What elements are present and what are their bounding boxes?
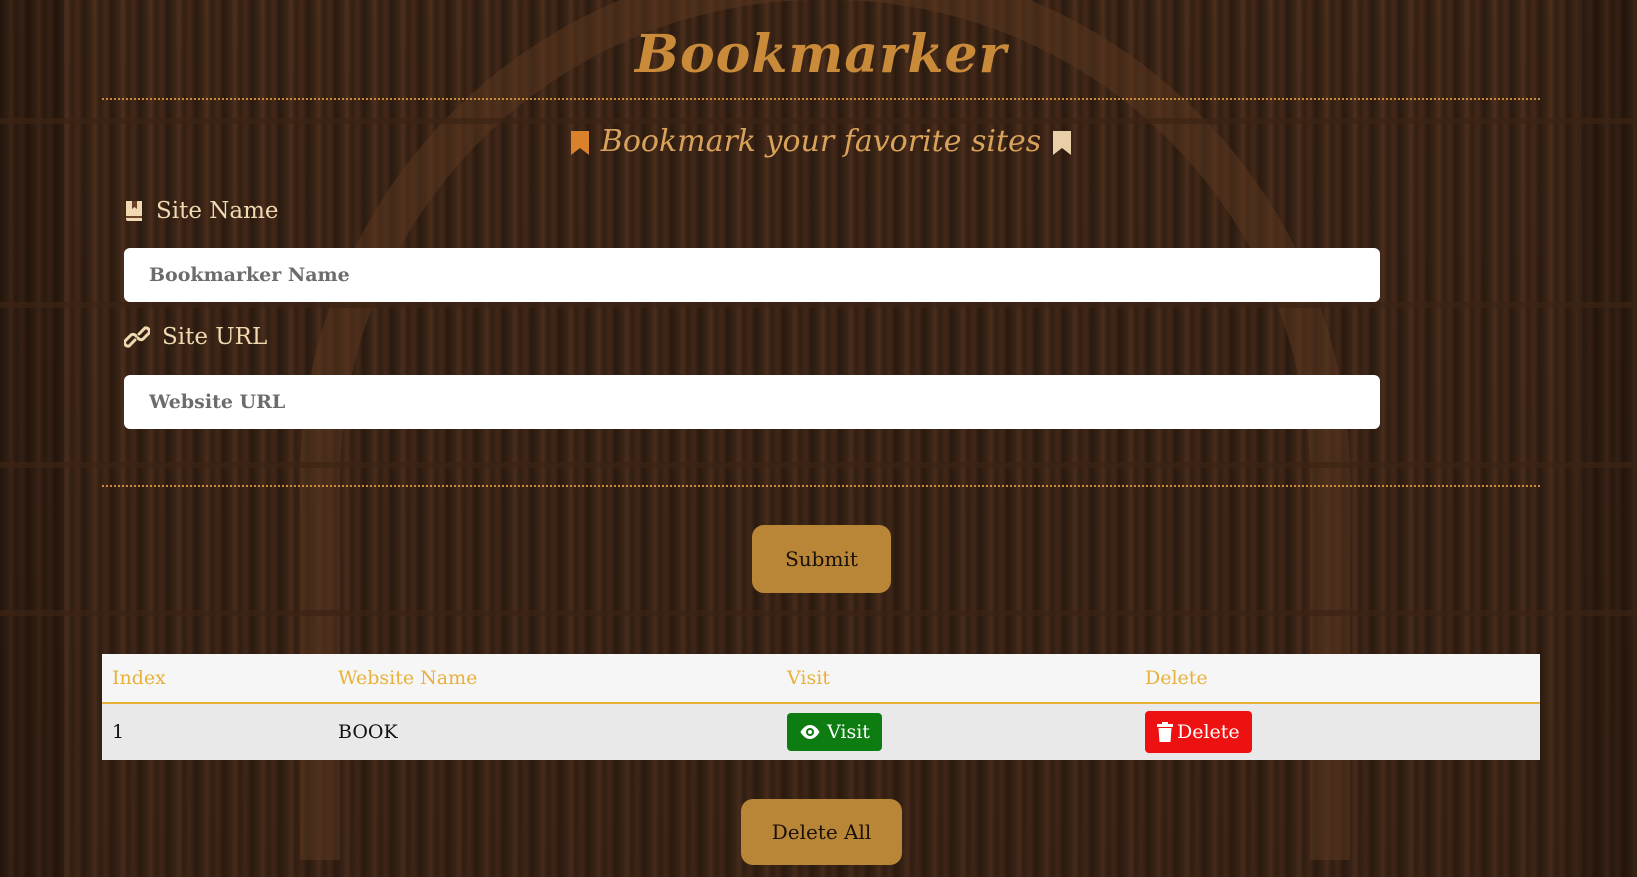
site-url-input[interactable]	[124, 375, 1380, 429]
row-website-name: BOOK	[338, 721, 398, 743]
header-index: Index	[102, 654, 328, 704]
row-visit-cell: Visit	[777, 703, 1135, 760]
site-name-label-text: Site Name	[156, 198, 279, 224]
submit-button[interactable]: Submit	[752, 525, 891, 593]
background-shelves-right	[1577, 0, 1637, 877]
site-url-label: Site URL	[124, 324, 267, 350]
table-row: 1 BOOK Visit Delete	[102, 703, 1540, 760]
row-index: 1	[112, 721, 125, 743]
bookmarks-table: Index Website Name Visit Delete 1 BOOK V…	[102, 654, 1540, 760]
subtitle-text: Bookmark your favorite sites	[600, 124, 1042, 159]
link-icon	[124, 326, 150, 348]
visit-button[interactable]: Visit	[787, 713, 882, 751]
book-bookmark-icon	[126, 201, 142, 221]
delete-all-button[interactable]: Delete All	[741, 799, 902, 865]
subtitle: Bookmark your favorite sites	[102, 124, 1540, 159]
background-shelves-left	[0, 0, 64, 877]
header-visit: Visit	[777, 654, 1135, 704]
site-name-input[interactable]	[124, 248, 1380, 302]
row-delete-cell: Delete	[1135, 703, 1540, 760]
site-name-label: Site Name	[124, 198, 279, 224]
header-delete: Delete	[1135, 654, 1540, 704]
trash-icon	[1157, 722, 1173, 742]
visit-button-label: Visit	[827, 721, 870, 743]
page-title: Bookmarker	[635, 24, 1007, 85]
delete-button-label: Delete	[1177, 721, 1240, 743]
bookmark-icon	[570, 131, 589, 155]
bookmark-icon	[1053, 131, 1072, 155]
table-header-row: Index Website Name Visit Delete	[102, 654, 1540, 704]
site-url-label-text: Site URL	[162, 324, 268, 350]
main-container: Bookmarker Bookmark your favorite sites …	[102, 0, 1540, 877]
delete-button[interactable]: Delete	[1145, 711, 1252, 753]
header-website-name: Website Name	[328, 654, 777, 704]
form-divider	[102, 485, 1540, 487]
top-divider	[102, 98, 1540, 100]
eye-icon	[800, 725, 820, 739]
